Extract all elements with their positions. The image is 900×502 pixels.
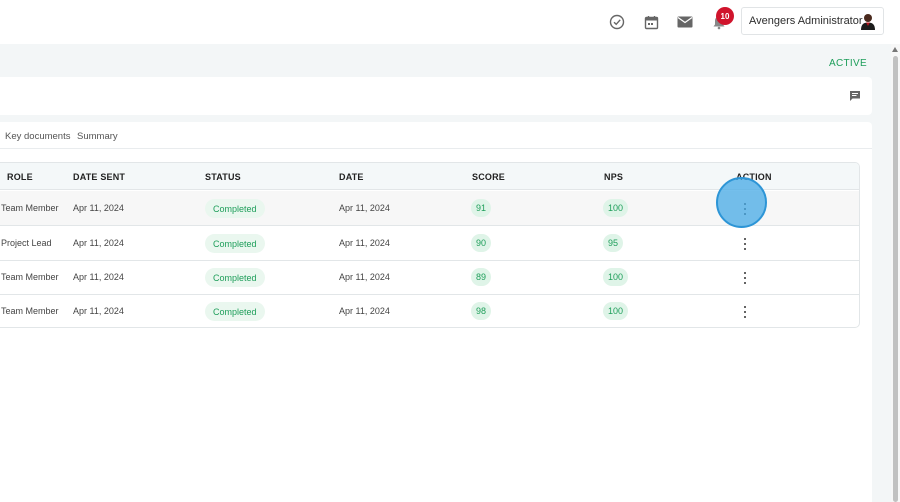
date-sent-cell: Apr 11, 2024	[73, 203, 124, 213]
row-actions-kebab-icon[interactable]	[742, 305, 748, 319]
nps-pill: 100	[603, 268, 629, 286]
score-pill: 98	[471, 302, 492, 320]
date-cell: Apr 11, 2024	[339, 203, 390, 213]
comment-icon[interactable]	[849, 89, 861, 101]
column-header-score[interactable]: SCORE	[472, 172, 505, 182]
scrollbar-thumb[interactable]	[893, 56, 898, 502]
role-cell: Team Member	[1, 306, 59, 316]
scroll-up-arrow-icon[interactable]	[892, 47, 898, 52]
notification-badge: 10	[716, 7, 734, 25]
date-cell: Apr 11, 2024	[339, 306, 390, 316]
calendar-icon[interactable]	[641, 12, 661, 32]
table-header: ROLE DATE SENT STATUS DATE SCORE NPS ACT…	[0, 163, 859, 190]
date-cell: Apr 11, 2024	[339, 238, 390, 248]
table-row[interactable]: Team Member Apr 11, 2024 Completed Apr 1…	[0, 294, 859, 327]
table-row[interactable]: Team Member Apr 11, 2024 Completed Apr 1…	[0, 260, 859, 295]
role-cell: Team Member	[1, 272, 59, 282]
info-card	[0, 77, 872, 115]
row-actions-kebab-icon[interactable]	[742, 202, 748, 216]
results-table: ROLE DATE SENT STATUS DATE SCORE NPS ACT…	[0, 162, 860, 328]
column-header-status[interactable]: STATUS	[205, 172, 241, 182]
date-sent-cell: Apr 11, 2024	[73, 238, 124, 248]
top-bar: 10 Avengers Administrator	[0, 0, 900, 44]
nps-pill: 100	[603, 199, 629, 217]
nps-pill: 95	[603, 234, 624, 252]
table-row[interactable]: Team Member Apr 11, 2024 Completed Apr 1…	[0, 191, 859, 226]
avatar	[859, 12, 877, 30]
column-header-date[interactable]: DATE	[339, 172, 364, 182]
status-pill: Completed	[205, 268, 265, 287]
score-pill: 90	[471, 234, 492, 252]
date-cell: Apr 11, 2024	[339, 272, 390, 282]
row-actions-kebab-icon[interactable]	[742, 271, 748, 285]
row-actions-kebab-icon[interactable]	[742, 237, 748, 251]
column-header-date-sent[interactable]: DATE SENT	[73, 172, 125, 182]
score-pill: 89	[471, 268, 492, 286]
table-row[interactable]: Project Lead Apr 11, 2024 Completed Apr …	[0, 226, 859, 261]
tab-key-documents[interactable]: Key documents	[5, 131, 70, 142]
status-pill: Completed	[205, 302, 265, 321]
role-cell: Team Member	[1, 203, 59, 213]
role-cell: Project Lead	[1, 238, 52, 248]
status-pill: Completed	[205, 199, 265, 218]
score-pill: 91	[471, 199, 492, 217]
user-name: Avengers Administrator	[749, 15, 863, 27]
status-badge: ACTIVE	[829, 58, 867, 69]
status-pill: Completed	[205, 234, 265, 253]
mail-icon[interactable]	[675, 12, 695, 32]
date-sent-cell: Apr 11, 2024	[73, 272, 124, 282]
tab-summary[interactable]: Summary	[77, 131, 118, 142]
user-menu-button[interactable]: Avengers Administrator	[741, 7, 884, 35]
column-header-action: ACTION	[736, 172, 772, 182]
date-sent-cell: Apr 11, 2024	[73, 306, 124, 316]
nps-pill: 100	[603, 302, 629, 320]
tab-bar: Key documents Summary	[0, 122, 872, 149]
column-header-role[interactable]: ROLE	[7, 172, 33, 182]
check-circle-icon[interactable]	[607, 12, 627, 32]
column-header-nps[interactable]: NPS	[604, 172, 623, 182]
